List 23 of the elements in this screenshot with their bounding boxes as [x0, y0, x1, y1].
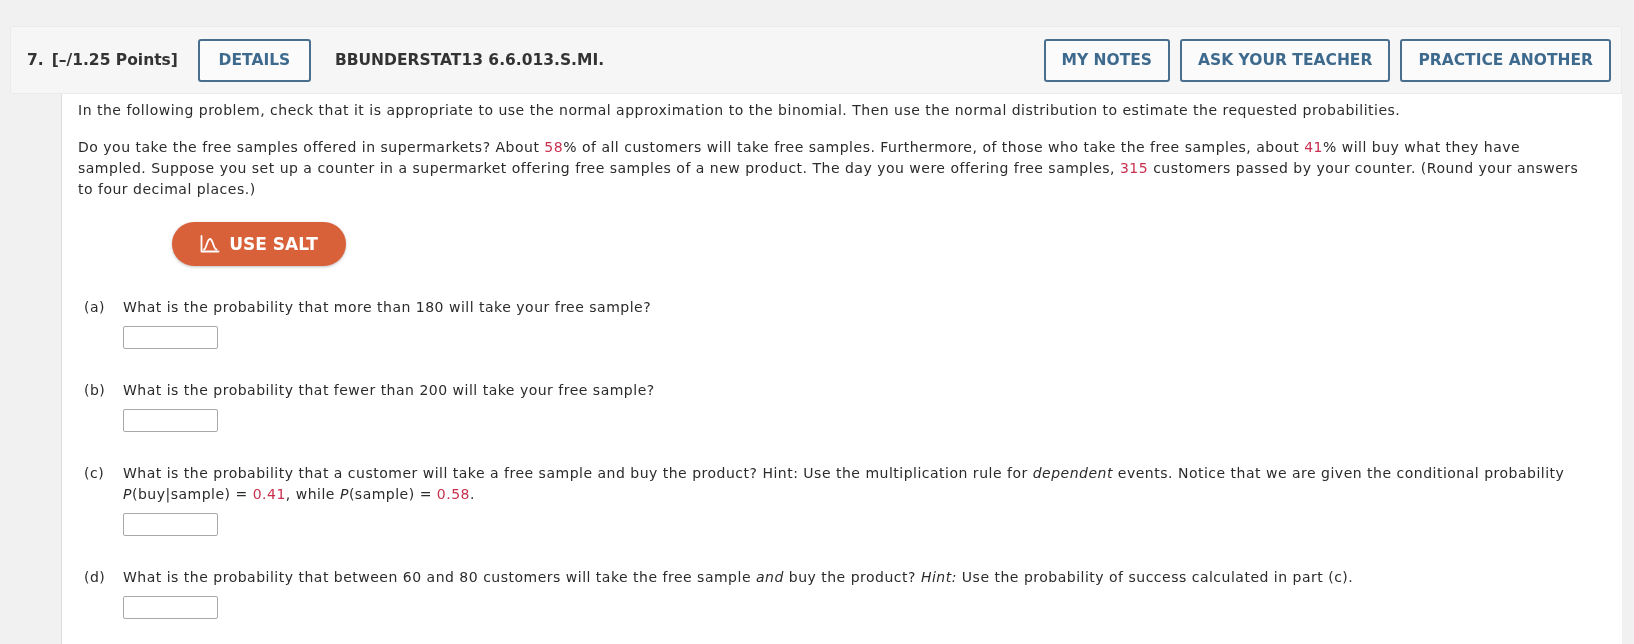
- part-label: (c): [84, 464, 106, 483]
- use-salt-button[interactable]: USE SALT: [172, 222, 346, 266]
- bell-curve-icon: [200, 235, 221, 253]
- ask-teacher-button[interactable]: ASK YOUR TEACHER: [1180, 38, 1391, 82]
- answer-field[interactable]: [123, 326, 218, 349]
- part-label: (d): [84, 568, 107, 587]
- instructions-text: In the following problem, check that it is appropriate to use the normal approximation to the binomial. Then use the normal distribution to estimate the requested probabilities.: [78, 101, 1402, 120]
- practice-another-button[interactable]: PRACTICE ANOTHER: [1400, 38, 1611, 82]
- answer-field[interactable]: [123, 513, 218, 536]
- answer-field[interactable]: [123, 596, 218, 619]
- question-code: BBUNDERSTAT13 6.6.013.S.MI.: [334, 51, 605, 69]
- details-button[interactable]: DETAILS: [197, 38, 311, 82]
- question-number: 7.: [27, 51, 44, 69]
- problem-text: Do you take the free samples offered in supermarkets? About 58% of all customers will take free samples. Furthermore, of those who take the free samples, about 41% will buy what they have sampled. Suppose you set up a counter in a supermarket offering free samples of a new product. The day you were offering free samples, 315 customers passed by your counter. (Round your answers to four decimal places.): [78, 138, 1580, 199]
- question-text: What is the probability that between 60 and 80 customers will take the free sample and buy the product? Hint: Use the probability of success calculated in part (c).: [123, 568, 1355, 587]
- part-label: (b): [84, 381, 107, 400]
- question-text: What is the probability that a customer will take a free sample and buy the product? Hint: Use the multiplication rule for dependent events. Notice that we are given the conditional probability P(buy|sample) = 0.41, while P(sample) = 0.58.: [123, 464, 1566, 505]
- question-text: What is the probability that fewer than 200 will take your free sample?: [123, 381, 656, 400]
- answer-field[interactable]: [123, 409, 218, 432]
- part-label: (a): [84, 298, 106, 317]
- points-label: [–/1.25 Points]: [51, 51, 178, 69]
- my-notes-button[interactable]: MY NOTES: [1043, 38, 1171, 82]
- question-text: What is the probability that more than 180 will take your free sample?: [123, 298, 653, 317]
